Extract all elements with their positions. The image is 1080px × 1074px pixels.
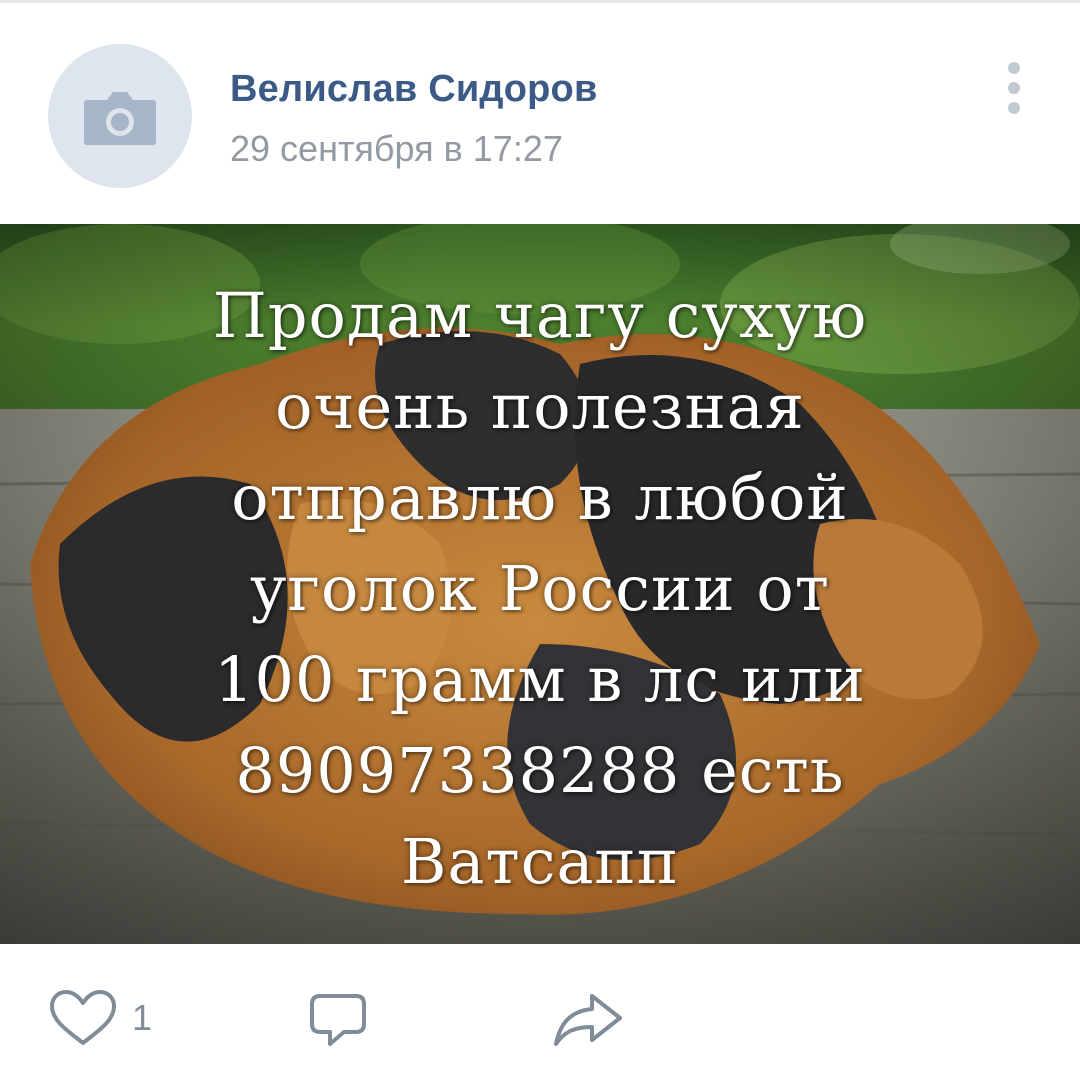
author-name[interactable]: Велислав Сидоров (230, 68, 598, 111)
post-actions: 1 (0, 944, 1080, 1074)
divider (0, 0, 1080, 3)
post-date[interactable]: 29 сентября в 17:27 (230, 128, 563, 170)
like-button[interactable]: 1 (48, 990, 152, 1046)
post-image[interactable]: Продам чагу сухую очень полезная отправл… (0, 224, 1080, 944)
heart-icon (50, 990, 116, 1045)
more-vertical-icon[interactable] (994, 56, 1034, 120)
image-caption: Продам чагу сухую очень полезная отправл… (212, 279, 868, 898)
comment-button[interactable] (308, 992, 368, 1055)
camera-icon (84, 92, 156, 145)
post-card: Велислав Сидоров 29 сентября в 17:27 Про… (0, 0, 1080, 1074)
comment-icon (310, 994, 366, 1046)
menu-dot (1008, 62, 1020, 74)
share-arrow-icon (554, 994, 622, 1046)
avatar[interactable] (48, 44, 192, 188)
menu-dot (1008, 82, 1020, 94)
menu-dot (1008, 102, 1020, 114)
share-button[interactable] (552, 992, 624, 1053)
like-count: 1 (132, 997, 153, 1038)
